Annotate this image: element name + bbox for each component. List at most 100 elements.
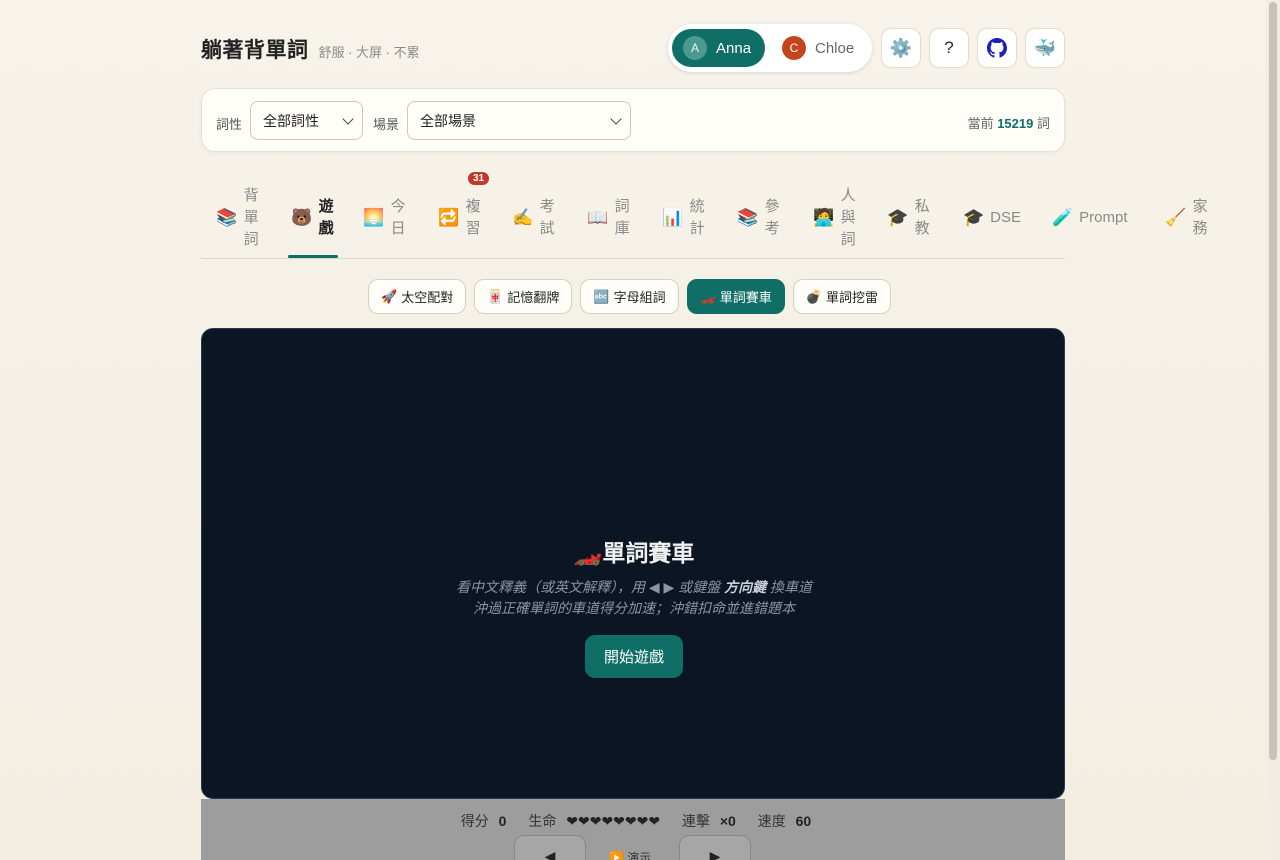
question-icon: ? [944, 38, 954, 57]
app-subtitle: 舒服 · 大屏 · 不累 [318, 45, 420, 60]
books-icon: 📚 [216, 208, 238, 227]
game-instructions-line2: 沖過正確單詞的車道得分加速；沖錯扣命並進錯題本 [473, 600, 795, 616]
docker-button[interactable]: 🐳 [1025, 28, 1065, 68]
open-book-icon: 📖 [587, 208, 609, 227]
user-name: Chloe [815, 39, 855, 57]
race-car-icon: 🏎️ [573, 540, 603, 566]
sunrise-icon: 🌅 [363, 208, 385, 227]
user-anna[interactable]: A Anna [672, 29, 765, 67]
graduation-cap-icon: 🎓 [963, 208, 985, 227]
tab-label: Prompt [1079, 209, 1128, 226]
tab-people-words[interactable]: 🧑‍💻 人與詞 [813, 178, 856, 258]
arrow-right-icon: ▶ [709, 848, 721, 860]
instruction-text: 看中文釋義（或英文解釋），用 ◀ ▶ 或鍵盤 [456, 579, 725, 595]
page-scrollbar[interactable] [1266, 0, 1280, 860]
combo-label: 連擊 [681, 813, 710, 829]
game-board: 🏎️單詞賽車 看中文釋義（或英文解釋），用 ◀ ▶ 或鍵盤 方向鍵 換車道 沖過… [201, 328, 1065, 799]
github-icon [987, 38, 1007, 58]
tab-exam[interactable]: ✍️ 考試 [512, 178, 555, 258]
tab-dse[interactable]: 🎓 DSE [963, 178, 1021, 258]
scene-select[interactable]: 全部場景 [407, 101, 631, 140]
tab-memorize[interactable]: 📚 背單詞 [216, 178, 259, 258]
pos-label: 詞性 [216, 117, 243, 132]
score-value: 0 [498, 813, 507, 829]
count-prefix: 當前 [967, 116, 994, 131]
user-chloe[interactable]: C Chloe [771, 29, 866, 67]
start-game-button[interactable]: 開始遊戲 [585, 635, 683, 678]
instruction-text: 換車道 [766, 579, 812, 595]
tab-divider [201, 258, 1065, 259]
tab-label: 統計 [689, 198, 705, 237]
scrollbar-thumb[interactable] [1269, 2, 1277, 760]
life-hearts: ❤❤❤❤❤❤❤❤ [566, 813, 661, 829]
speed-label: 速度 [757, 813, 786, 829]
pos-select[interactable]: 全部詞性 [250, 101, 363, 140]
game-label: 太空配對 [401, 290, 454, 305]
instruction-key-text: 方向鍵 [724, 579, 767, 595]
tab-stats[interactable]: 📊 統計 [662, 178, 705, 258]
settings-button[interactable]: ⚙️ [881, 28, 921, 68]
count-value: 15219 [997, 116, 1034, 131]
chevron-down-icon [342, 113, 354, 125]
game-title-text: 單詞賽車 [602, 540, 695, 566]
tab-label: DSE [990, 209, 1022, 226]
speed-value: 60 [795, 813, 812, 829]
app-title: 躺著背單詞 [201, 39, 309, 62]
rocket-icon: 🚀 [381, 288, 398, 304]
score-label: 得分 [460, 813, 489, 829]
combo-stat: 連擊 ×0 [676, 813, 736, 829]
game-letter-build-button[interactable]: 🔤 字母組詞 [580, 279, 679, 314]
tab-review[interactable]: 🔁 複習 31 [438, 172, 490, 258]
life-label: 生命 [528, 813, 557, 829]
avatar: A [683, 36, 707, 60]
score-stat: 得分 0 [455, 813, 507, 829]
combo-value: ×0 [719, 813, 736, 829]
books-icon: 📚 [737, 208, 759, 227]
help-button[interactable]: ? [929, 28, 969, 68]
tab-label: 複習 [465, 198, 481, 237]
tab-games[interactable]: 🐻 遊戲 [288, 178, 339, 258]
game-label: 記憶翻牌 [507, 290, 560, 305]
tab-label: 考試 [539, 198, 555, 237]
chevron-down-icon [610, 113, 622, 125]
lane-right-button[interactable]: ▶ [679, 835, 751, 860]
tab-today[interactable]: 🌅 今日 [363, 178, 406, 258]
abc-icon: 🔤 [593, 288, 610, 304]
tab-dictionary[interactable]: 📖 詞庫 [587, 178, 630, 258]
tab-chores[interactable]: 🧹 家務 [1165, 178, 1208, 258]
tab-label: 背單詞 [243, 187, 259, 248]
tab-reference[interactable]: 📚 參考 [737, 178, 780, 258]
race-car-icon: 🏎️ [699, 288, 716, 304]
brand: 躺著背單詞 舒服 · 大屏 · 不累 [201, 34, 420, 64]
game-memory-flip-button[interactable]: 🀄 記憶翻牌 [474, 279, 573, 314]
tab-label: 遊戲 [318, 198, 334, 237]
game-minesweeper-button[interactable]: 💣 單詞挖雷 [792, 279, 892, 314]
scene-select-value: 全部場景 [420, 112, 476, 129]
lane-left-button[interactable]: ◀ [514, 835, 586, 860]
gear-icon: ⚙️ [889, 37, 913, 58]
github-button[interactable] [977, 28, 1017, 68]
game-selector: 🚀 太空配對 🀄 記憶翻牌 🔤 字母組詞 🏎️ 單詞賽車 💣 單詞挖雷 [368, 279, 899, 314]
broom-icon: 🧹 [1165, 208, 1187, 227]
game-word-racer-button[interactable]: 🏎️ 單詞賽車 [686, 279, 785, 314]
bar-chart-icon: 📊 [662, 208, 684, 227]
tab-label: 詞庫 [614, 198, 630, 237]
scene-label: 場景 [373, 117, 400, 132]
graduation-cap-icon: 🎓 [887, 208, 909, 227]
tab-prompt[interactable]: 🧪 Prompt [1052, 178, 1128, 258]
tab-label: 人與詞 [840, 187, 856, 248]
user-name: Anna [716, 39, 752, 57]
tab-label: 參考 [764, 198, 780, 237]
arrow-left-icon: ◀ [544, 848, 556, 860]
game-space-match-button[interactable]: 🚀 太空配對 [368, 279, 467, 314]
tab-tutor[interactable]: 🎓 私教 [887, 178, 930, 258]
count-suffix: 詞 [1036, 116, 1050, 131]
test-tube-icon: 🧪 [1052, 208, 1074, 227]
avatar: C [782, 36, 806, 60]
game-status-bar: 得分 0 生命 ❤❤❤❤❤❤❤❤ 連擊 ×0 速度 60 ◀ ▶️ 演示 ▶ [201, 799, 1065, 860]
demo-button[interactable]: ▶️ 演示 [609, 849, 651, 860]
repeat-icon: 🔁 [438, 208, 460, 227]
technologist-icon: 🧑‍💻 [813, 208, 835, 227]
mahjong-icon: 🀄 [487, 288, 504, 304]
tab-label: 今日 [390, 198, 406, 237]
